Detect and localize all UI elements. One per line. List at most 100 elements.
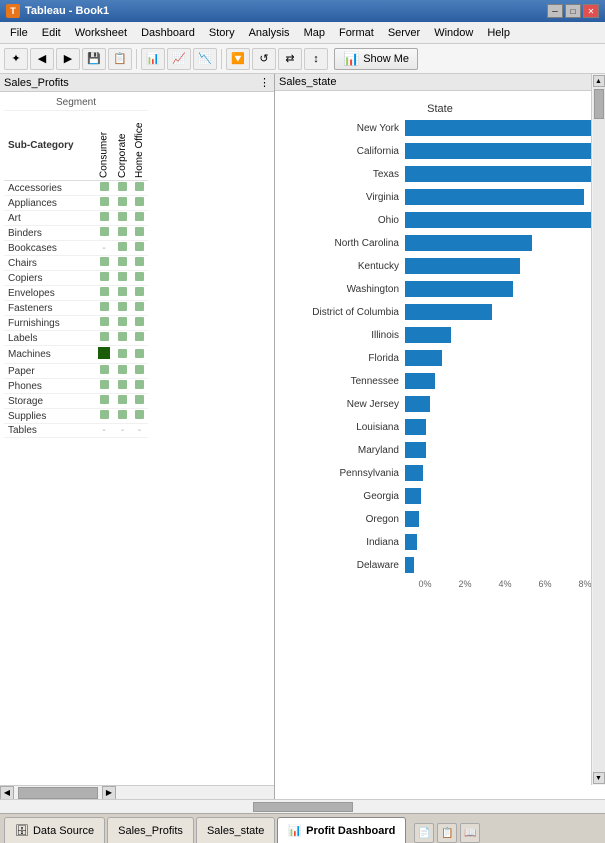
show-me-icon: 📊 (343, 51, 359, 67)
light-dot (118, 182, 127, 191)
light-dot (135, 197, 144, 206)
light-dot (118, 317, 127, 326)
menu-help[interactable]: Help (481, 25, 516, 41)
bar-fill (405, 235, 532, 251)
h-scroll-thumb[interactable] (18, 787, 98, 799)
h-scroll-left[interactable]: ◀ (0, 786, 14, 800)
v-scroll-thumb[interactable] (594, 89, 604, 119)
corporate-cell (114, 316, 131, 331)
menu-map[interactable]: Map (298, 25, 331, 41)
bar-track (405, 304, 605, 320)
window-controls: ─ □ ✕ (547, 4, 599, 18)
maximize-button[interactable]: □ (565, 4, 581, 18)
add-sheet-button[interactable]: 📄 (414, 823, 434, 843)
menu-dashboard[interactable]: Dashboard (135, 25, 201, 41)
corporate-cell (114, 331, 131, 346)
menu-worksheet[interactable]: Worksheet (69, 25, 133, 41)
toolbar-new[interactable]: ✦ (4, 48, 28, 70)
toolbar-chart3[interactable]: 📉 (193, 48, 217, 70)
h-scroll-right[interactable]: ▶ (102, 786, 116, 800)
table-row: Copiers (4, 271, 148, 286)
consumer-cell (94, 394, 114, 409)
sub-category-cell: Copiers (4, 271, 94, 286)
bar-label: Virginia (275, 192, 405, 203)
table-row: Paper (4, 364, 148, 379)
bar-fill (405, 189, 584, 205)
show-me-button[interactable]: 📊 Show Me (334, 48, 418, 70)
toolbar-save[interactable]: 💾 (82, 48, 106, 70)
light-dot (135, 212, 144, 221)
light-dot (100, 272, 109, 281)
bar-row: New Jersey (275, 393, 605, 415)
corporate-cell (114, 271, 131, 286)
toolbar-filter[interactable]: 🔽 (226, 48, 250, 70)
tab-sales-profits[interactable]: Sales_Profits (107, 817, 194, 843)
sub-category-header: Sub-Category (4, 111, 94, 181)
light-dot (118, 227, 127, 236)
table-row: Art (4, 211, 148, 226)
close-button[interactable]: ✕ (583, 4, 599, 18)
bar-row: Virginia (275, 186, 605, 208)
bar-label: Delaware (275, 560, 405, 571)
toolbar-back[interactable]: ◀ (30, 48, 54, 70)
toolbar-forward[interactable]: ▶ (56, 48, 80, 70)
menu-window[interactable]: Window (428, 25, 479, 41)
add-story-button[interactable]: 📖 (460, 823, 480, 843)
v-scroll-down[interactable]: ▼ (593, 772, 605, 784)
sub-category-cell: Machines (4, 346, 94, 364)
table-row: Machines (4, 346, 148, 364)
menu-edit[interactable]: Edit (36, 25, 67, 41)
light-dot (100, 302, 109, 311)
table-row: Storage (4, 394, 148, 409)
bar-fill (405, 488, 421, 504)
bar-fill (405, 465, 423, 481)
menu-server[interactable]: Server (382, 25, 426, 41)
menu-format[interactable]: Format (333, 25, 380, 41)
bar-fill (405, 373, 435, 389)
axis-6pct: 6% (525, 579, 565, 589)
bar-track (405, 511, 605, 527)
bar-fill (405, 212, 594, 228)
bar-fill (405, 281, 513, 297)
menu-file[interactable]: File (4, 25, 34, 41)
light-dot (118, 365, 127, 374)
light-dot (100, 365, 109, 374)
add-dashboard-button[interactable]: 📋 (437, 823, 457, 843)
toolbar-sort[interactable]: ↕ (304, 48, 328, 70)
light-dot (100, 395, 109, 404)
tab-data-source[interactable]: 🗄 Data Source (4, 817, 105, 843)
tab-profit-dashboard[interactable]: 📊 Profit Dashboard (277, 817, 406, 843)
toolbar-swap[interactable]: ⇄ (278, 48, 302, 70)
light-dot (118, 302, 127, 311)
bar-label: North Carolina (275, 238, 405, 249)
axis-0pct: 0% (405, 579, 445, 589)
bar-row: Ohio (275, 209, 605, 231)
table-row: Fasteners (4, 301, 148, 316)
bar-track (405, 212, 605, 228)
toolbar-copy[interactable]: 📋 (108, 48, 132, 70)
bar-track (405, 442, 605, 458)
light-dot (100, 380, 109, 389)
home-office-header: Home Office (131, 111, 148, 181)
v-scroll-up[interactable]: ▲ (593, 75, 605, 87)
panel-controls: ⋮ (259, 76, 270, 89)
axis-title: State (275, 99, 605, 117)
bar-row: District of Columbia (275, 301, 605, 323)
bar-fill (405, 166, 601, 182)
minimize-button[interactable]: ─ (547, 4, 563, 18)
toolbar-refresh[interactable]: ↺ (252, 48, 276, 70)
toolbar-chart1[interactable]: 📊 (141, 48, 165, 70)
light-dot (135, 227, 144, 236)
tab-sales-state[interactable]: Sales_state (196, 817, 275, 843)
tab-bar: 🗄 Data Source Sales_Profits Sales_state … (0, 813, 605, 843)
left-panel-title: Sales_Profits (4, 77, 69, 89)
menu-analysis[interactable]: Analysis (243, 25, 296, 41)
consumer-cell (94, 409, 114, 424)
menu-story[interactable]: Story (203, 25, 241, 41)
bottom-scroll-thumb[interactable] (253, 802, 353, 812)
sub-category-cell: Labels (4, 331, 94, 346)
toolbar-chart2[interactable]: 📈 (167, 48, 191, 70)
table-row: Supplies (4, 409, 148, 424)
bar-row: Indiana (275, 531, 605, 553)
bar-row: Washington (275, 278, 605, 300)
